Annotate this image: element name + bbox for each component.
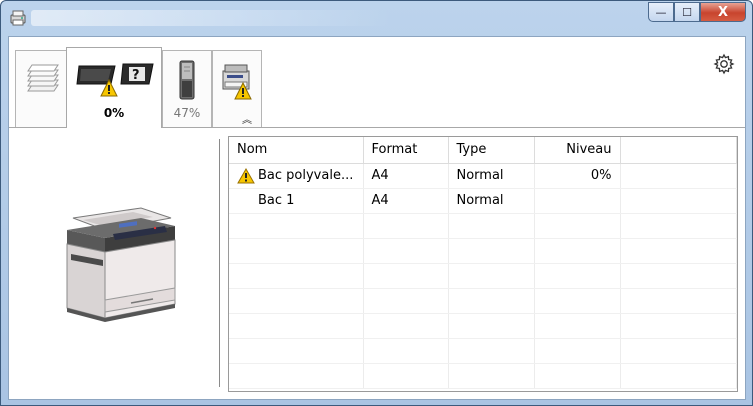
printer-app-icon [10, 10, 26, 26]
window-controls: — ☐ X [648, 2, 746, 22]
column-header-type[interactable]: Type [448, 137, 535, 164]
window-title-blurred [31, 10, 391, 26]
collapse-chevron-icon[interactable]: ︽ [242, 111, 252, 126]
svg-text:?: ? [132, 68, 140, 83]
tray-name: Bac polyvale... [258, 168, 354, 183]
table-row-empty [229, 363, 737, 389]
title-bar[interactable]: — ☐ X [1, 1, 752, 35]
status-tab-strip: ? 0% 47% ︽ [9, 37, 745, 128]
cell-format: A4 [363, 188, 449, 214]
gear-icon[interactable] [713, 53, 735, 75]
unknown-status-icon: ? [120, 63, 154, 85]
table-row-empty [229, 288, 737, 314]
tab-toner-label: 0% [103, 106, 125, 120]
tab-toner[interactable]: ? 0% [66, 47, 162, 128]
tab-waste-toner[interactable]: 47% [162, 50, 212, 128]
table-row-empty [229, 213, 737, 239]
cell-level [534, 188, 621, 214]
cell-format: A4 [363, 163, 449, 189]
cell-type: Normal [448, 188, 535, 214]
client-area: ? 0% 47% ︽ Nom Format Type Niveau Bac po… [8, 36, 746, 400]
warning-icon [237, 167, 255, 183]
table-row-empty [229, 238, 737, 264]
table-row[interactable]: Bac polyvale... A4 Normal 0% [229, 163, 737, 189]
tray-name: Bac 1 [258, 193, 295, 208]
column-header-filler [620, 137, 737, 164]
column-header-level[interactable]: Niveau [534, 137, 621, 164]
cell-name: Bac polyvale... [229, 163, 364, 189]
table-row-empty [229, 263, 737, 289]
toner-warning-icon [76, 65, 118, 97]
minimize-button[interactable]: — [648, 2, 674, 22]
pane-divider [219, 139, 220, 387]
tab-paper[interactable] [15, 50, 67, 128]
cell-level: 0% [534, 163, 621, 189]
printer-preview-pane [9, 128, 219, 400]
tray-table: Nom Format Type Niveau Bac polyvale... A… [228, 136, 738, 392]
tab-device[interactable] [212, 50, 262, 128]
table-row-empty [229, 313, 737, 339]
cell-type: Normal [448, 163, 535, 189]
printer-illustration [66, 207, 176, 322]
device-warning-icon [222, 64, 252, 100]
cell-filler [620, 188, 737, 214]
column-header-name[interactable]: Nom [229, 137, 364, 164]
maximize-button[interactable]: ☐ [674, 2, 700, 22]
tab-waste-toner-label: 47% [173, 106, 201, 120]
paper-stack-icon [27, 64, 59, 92]
column-header-format[interactable]: Format [363, 137, 449, 164]
table-row[interactable]: Bac 1 A4 Normal [229, 188, 737, 214]
close-button[interactable]: X [700, 2, 746, 22]
cell-name: Bac 1 [229, 188, 364, 214]
waste-toner-icon [179, 60, 195, 100]
table-header-row: Nom Format Type Niveau [229, 137, 737, 164]
cell-filler [620, 163, 737, 189]
table-row-empty [229, 338, 737, 364]
app-window: — ☐ X ? 0% 47% ︽ Nom Format Type Niveau … [0, 0, 753, 406]
